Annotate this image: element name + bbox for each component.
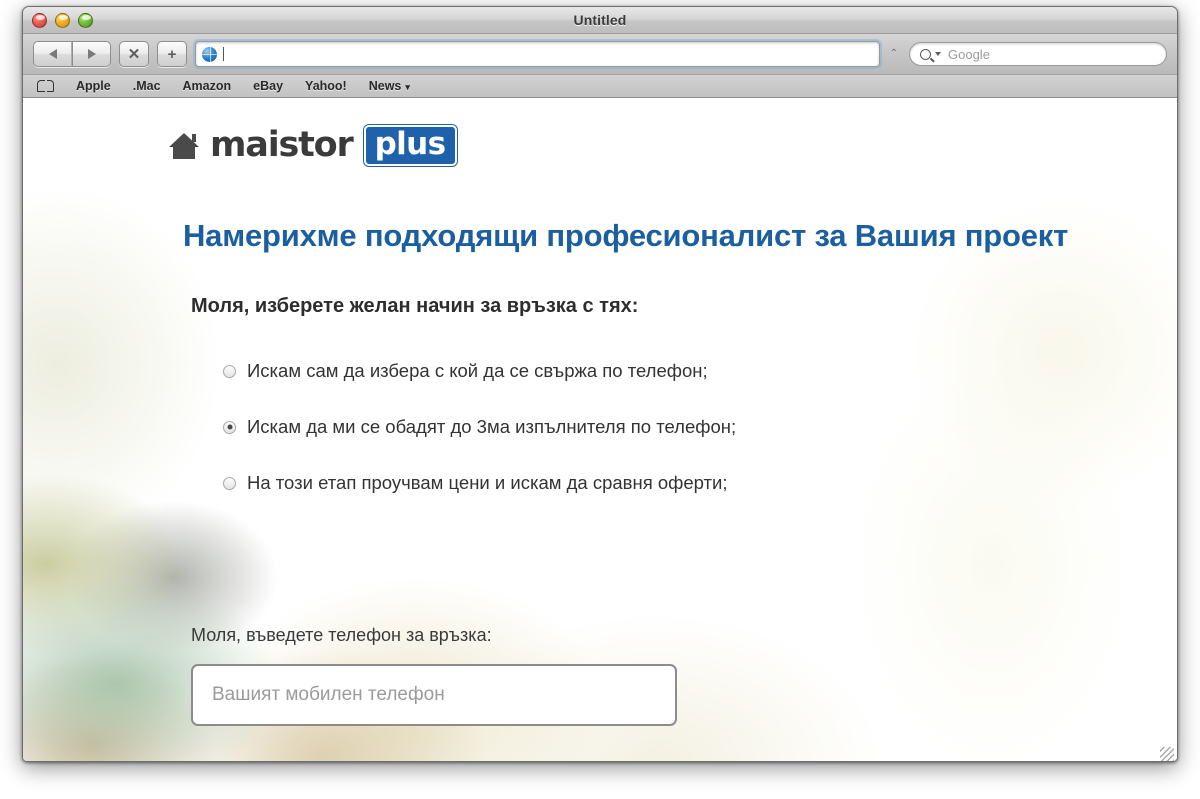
option-compare-prices[interactable]: На този етап проучвам цени и искам да ср…: [223, 455, 983, 511]
option-label: На този етап проучвам цени и искам да ср…: [247, 472, 728, 493]
contact-method-prompt: Моля, изберете желан начин за връзка с т…: [191, 295, 639, 317]
chevron-up-icon[interactable]: ⌃: [890, 49, 898, 59]
magnifier-icon: [920, 48, 931, 60]
triangle-right-icon: [87, 49, 96, 59]
option-choose-myself[interactable]: Искам сам да избера с кой да се свържа п…: [223, 343, 983, 399]
globe-icon: [202, 46, 217, 62]
page-title: Намерихме подходящи професионалист за Ва…: [183, 218, 1069, 253]
browser-window: Untitled ✕ + ⌃ Google Apple .Mac Amazon …: [22, 6, 1178, 762]
page-content: maistor plus Намерихме подходящи професи…: [23, 98, 1177, 761]
radio-button[interactable]: [223, 364, 236, 378]
radio-button-selected[interactable]: [223, 420, 236, 434]
new-tab-button[interactable]: +: [157, 41, 187, 67]
bookmark-news-label: News: [368, 79, 402, 93]
option-label: Искам сам да избера с кой да се свържа п…: [247, 360, 708, 381]
forward-button[interactable]: [72, 41, 111, 67]
logo-wordmark: maistor: [210, 125, 354, 165]
close-x-icon: ✕: [127, 45, 141, 63]
minimize-window-button[interactable]: [55, 12, 70, 28]
chevron-down-icon[interactable]: [935, 52, 941, 56]
house-icon: [169, 132, 199, 159]
phone-input[interactable]: [191, 664, 677, 726]
stop-button[interactable]: ✕: [119, 41, 149, 67]
site-logo[interactable]: maistor plus: [169, 125, 457, 166]
traffic-light-group: [32, 12, 93, 28]
book-icon[interactable]: [37, 80, 54, 92]
bookmark-ebay[interactable]: eBay: [253, 79, 283, 93]
window-title: Untitled: [573, 12, 627, 28]
logo-badge: plus: [363, 125, 457, 166]
chevron-down-icon: ▾: [405, 82, 410, 92]
radio-button[interactable]: [223, 476, 236, 490]
navigation-button-group: [33, 41, 111, 67]
option-call-me[interactable]: Искам да ми се обадят до 3ма изпълнителя…: [223, 399, 983, 455]
bookmark-apple[interactable]: Apple: [76, 79, 111, 93]
triangle-left-icon: [48, 49, 57, 59]
browser-toolbar: ✕ + ⌃ Google: [23, 34, 1177, 75]
close-window-button[interactable]: [32, 12, 47, 28]
zoom-window-button[interactable]: [78, 12, 93, 28]
contact-method-options: Искам сам да избера с кой да се свържа п…: [223, 343, 983, 511]
option-label: Искам да ми се обадят до 3ма изпълнителя…: [247, 416, 737, 437]
back-button[interactable]: [33, 41, 72, 67]
search-field[interactable]: Google: [909, 42, 1167, 66]
search-placeholder: Google: [948, 46, 990, 62]
window-titlebar[interactable]: Untitled: [23, 7, 1177, 34]
bookmark-amazon[interactable]: Amazon: [183, 79, 232, 93]
bookmark-yahoo[interactable]: Yahoo!: [305, 79, 347, 93]
bookmark-mac[interactable]: .Mac: [133, 79, 161, 93]
plus-icon: +: [167, 45, 177, 63]
bookmark-news[interactable]: News ▾: [369, 79, 410, 93]
bookmarks-bar: Apple .Mac Amazon eBay Yahoo! News ▾: [23, 75, 1177, 98]
phone-field-label: Моля, въведете телефон за връзка:: [191, 625, 492, 645]
text-cursor: [223, 47, 224, 61]
resize-grip[interactable]: [1160, 747, 1174, 761]
address-bar[interactable]: [195, 41, 880, 67]
